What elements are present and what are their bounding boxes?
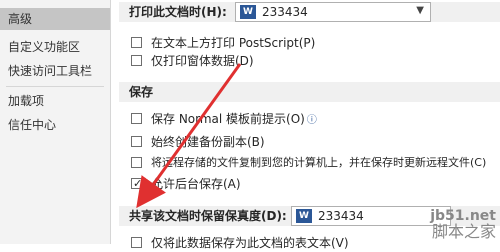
option-label: 仅打印窗体数据(D) [151, 54, 254, 68]
watermark-name: 脚本之家 [431, 222, 496, 241]
option-label: 始终创建备份副本(B) [151, 135, 265, 149]
sidebar-item-add-ins[interactable]: 加载项 [0, 90, 110, 112]
sidebar-item-label: 信任中心 [8, 118, 57, 132]
sidebar-item-advanced[interactable]: 高级 [0, 8, 110, 30]
option-label: 仅将此数据保存为此文档的表文本(V) [151, 236, 349, 250]
checkbox[interactable] [131, 55, 142, 66]
option-label: 允许后台保存(A) [151, 177, 241, 191]
checkmark-icon: ✓ [133, 177, 143, 190]
sidebar-item-label: 自定义功能区 [8, 40, 81, 54]
share-doc-dropdown[interactable]: W 233434 [291, 206, 451, 226]
checkbox[interactable] [131, 237, 142, 248]
sidebar-item-label: 加载项 [8, 94, 45, 108]
sidebar-divider [6, 86, 104, 87]
option-label: 在文本上方打印 PostScript(P) [151, 36, 316, 50]
print-doc-label: 打印此文档时(H): [129, 5, 227, 19]
info-icon: ⓘ [306, 115, 317, 126]
sidebar-item-trust-center[interactable]: 信任中心 [0, 114, 110, 136]
option-label: 保存 Normal 模板前提示(O) ⓘ [151, 112, 317, 126]
option-label: 将远程存储的文件复制到您的计算机上，并在保存时更新远程文件(C) [151, 156, 487, 169]
share-fidelity-label: 共享该文档时保留保真度(D): [129, 209, 287, 223]
save-header-label: 保存 [129, 85, 154, 99]
checkbox[interactable] [131, 136, 142, 147]
checkbox[interactable] [131, 113, 142, 124]
sidebar-item-label: 高级 [8, 12, 33, 26]
word-document-icon: W [296, 209, 312, 223]
share-doc-value: 233434 [318, 209, 364, 223]
options-sidebar: 高级 自定义功能区 快速访问工具栏 加载项 信任中心 [0, 0, 111, 244]
site-watermark: jb51.net 脚本之家 [430, 208, 496, 240]
print-doc-dropdown[interactable]: W 233434 ▼ [235, 2, 431, 22]
print-doc-value: 233434 [262, 5, 308, 19]
checkbox[interactable] [131, 157, 142, 168]
checkbox-checked[interactable]: ✓ [131, 177, 142, 190]
word-document-icon: W [240, 5, 256, 19]
chevron-down-icon: ▼ [416, 5, 424, 16]
checkbox[interactable] [131, 37, 142, 48]
save-section-header: 保存 [119, 82, 500, 102]
sidebar-item-quick-access-toolbar[interactable]: 快速访问工具栏 [0, 60, 110, 82]
sidebar-item-label: 快速访问工具栏 [8, 64, 93, 78]
sidebar-item-customize-ribbon[interactable]: 自定义功能区 [0, 36, 110, 58]
